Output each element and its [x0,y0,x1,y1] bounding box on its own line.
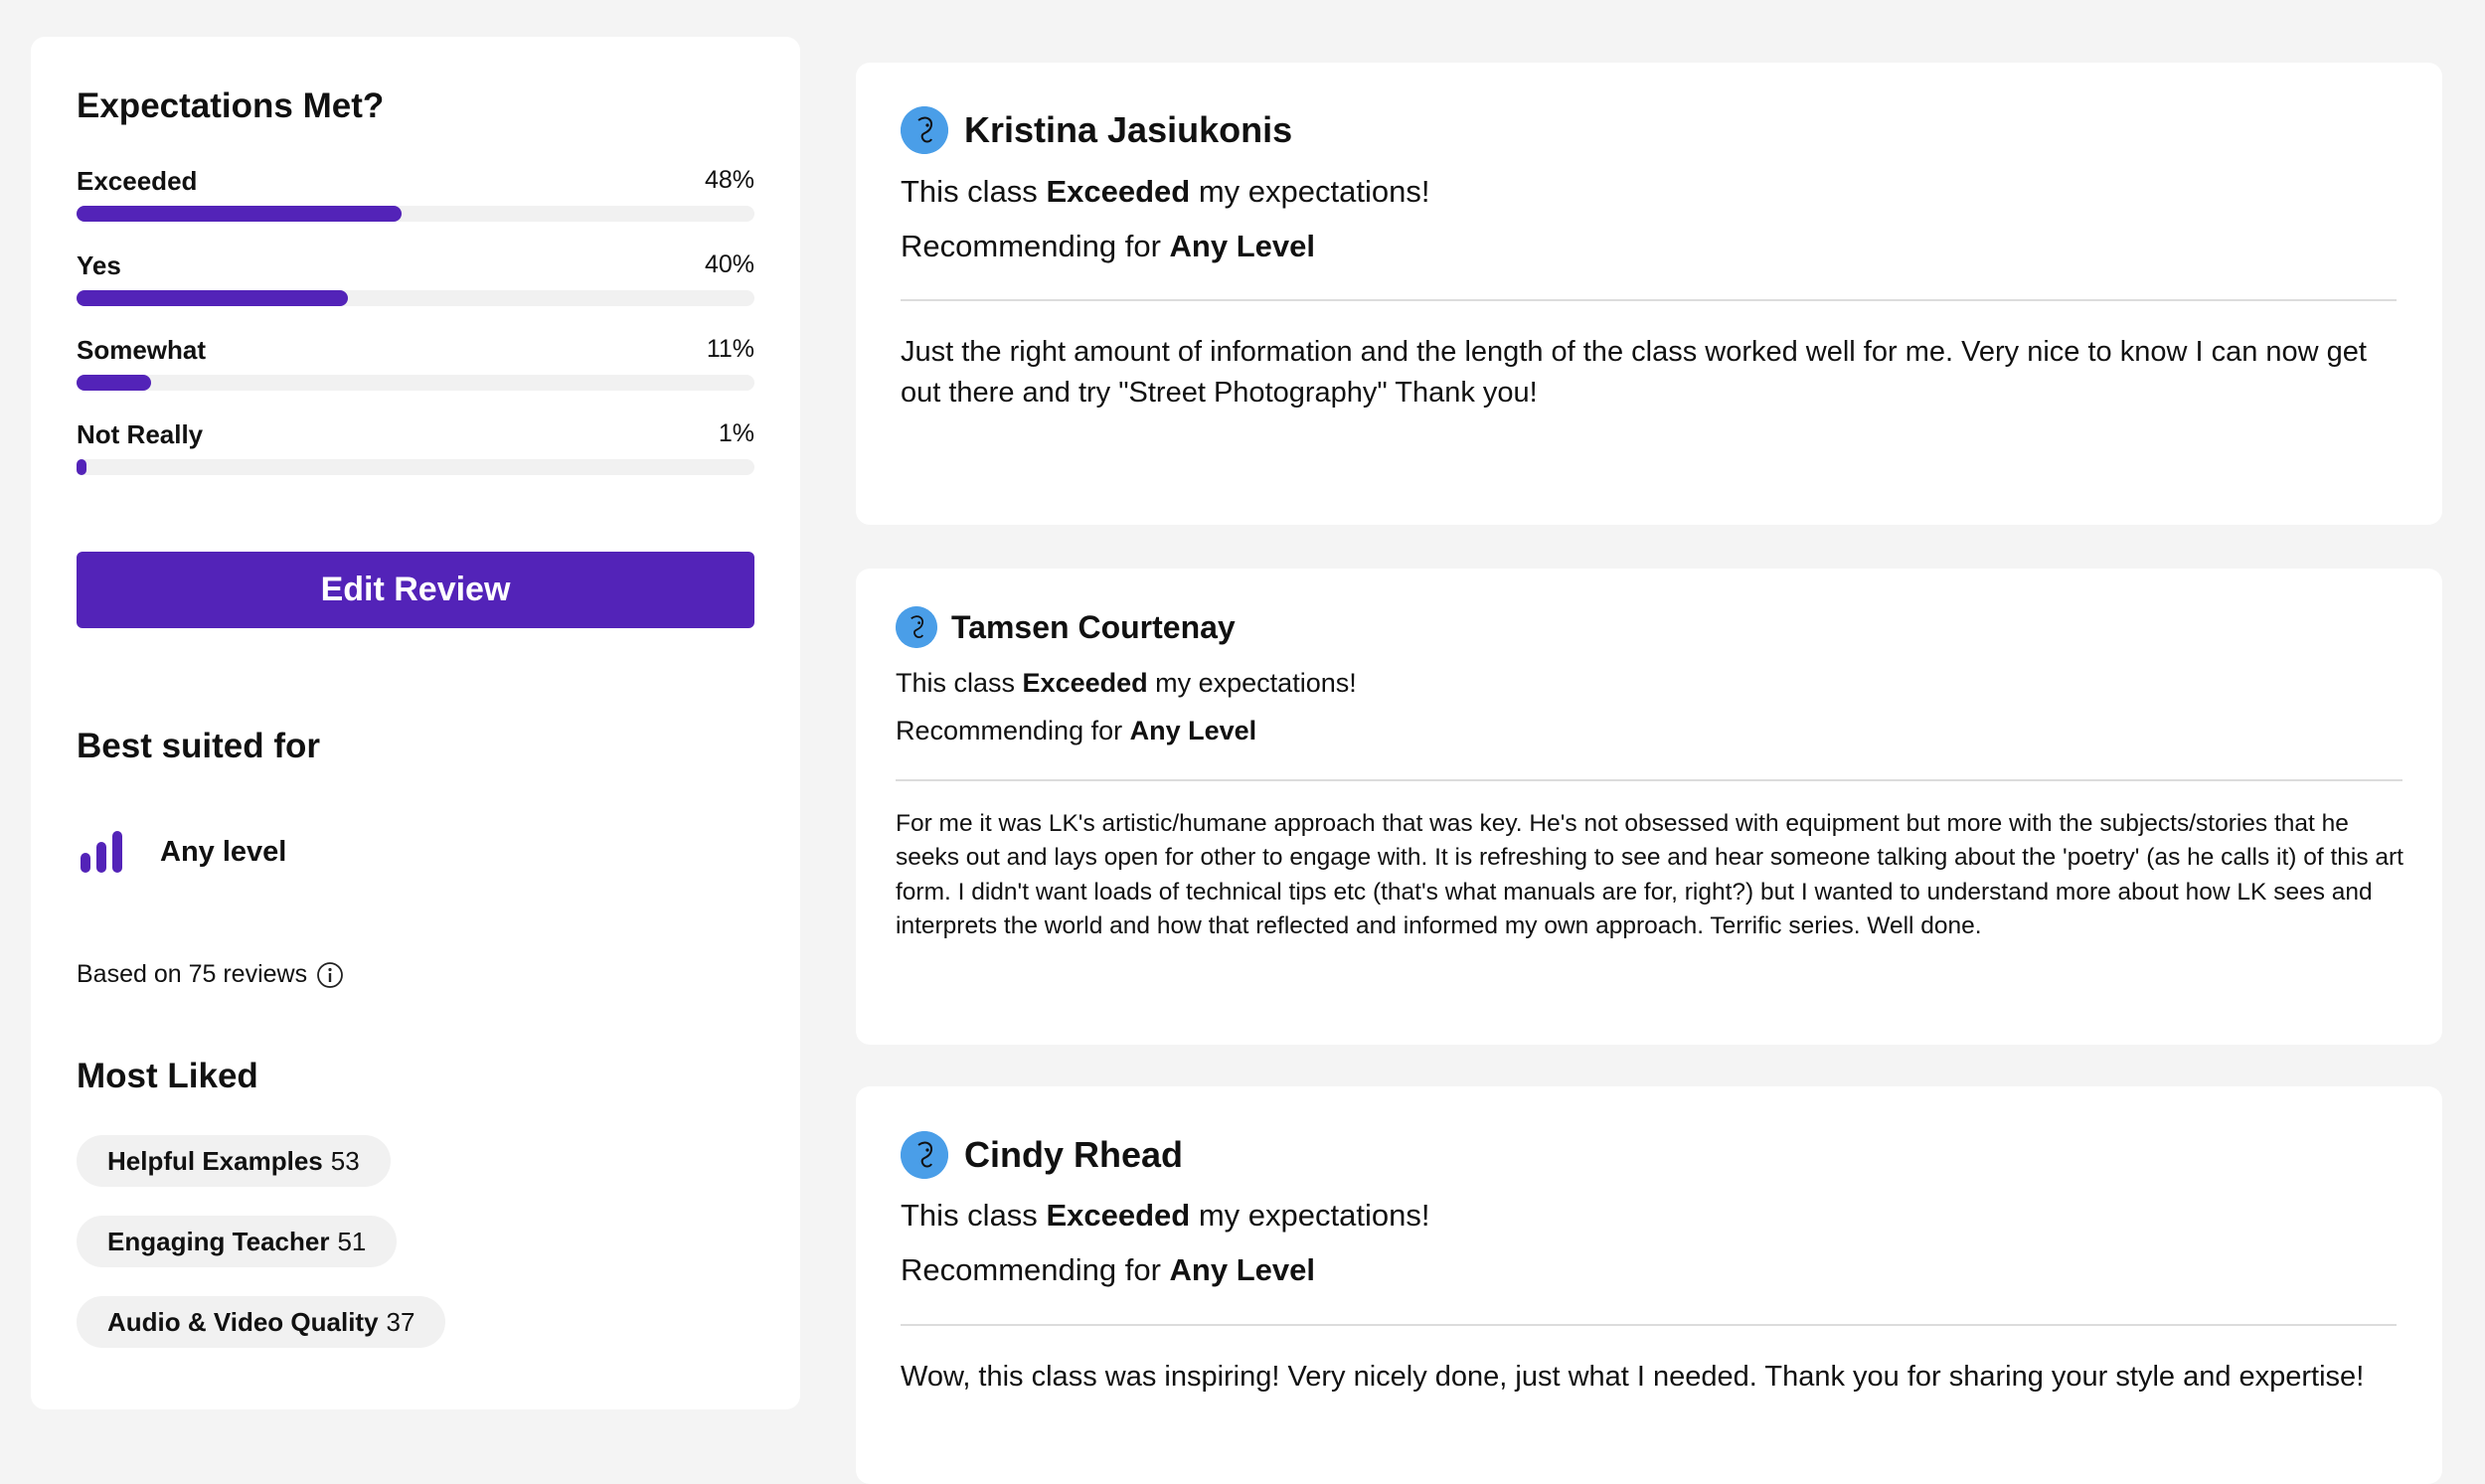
review-text: For me it was LK's artistic/humane appro… [896,810,2403,939]
exp-suffix: my expectations! [1198,1198,1430,1233]
reviewer-header: Kristina Jasiukonis [901,106,1292,154]
exp-value: Exceeded [1046,174,1191,209]
divider [901,299,2397,301]
progress-track [77,459,754,475]
bar-label: Somewhat [77,335,207,365]
best-suited-title: Best suited for [77,727,321,765]
exp-prefix: This class [901,174,1038,209]
avatar-face-icon [901,1131,948,1179]
progress-track [77,290,754,306]
review-text: Wow, this class was inspiring! Very nice… [901,1361,2365,1393]
progress-fill [77,206,403,222]
tag-chip: Engaging Teacher 51 [77,1216,398,1267]
tag-chip: Audio & Video Quality 37 [77,1296,446,1348]
progress-track [77,375,754,391]
bar-percent: 1% [718,419,754,447]
divider [901,1324,2397,1326]
reviewer-name: Kristina Jasiukonis [964,109,1293,150]
reviewer-header: Tamsen Courtenay [896,606,1236,648]
most-liked-title: Most Liked [77,1057,258,1095]
expectation-line: This class Exceeded my expectations! [896,668,1357,699]
progress-track [77,206,754,222]
review-count: Based on 75 reviews [77,960,344,989]
expectation-line: This class Exceeded my expectations! [901,1198,1429,1234]
tag-label: Engaging Teacher [107,1226,330,1256]
rec-value: Any Level [1169,1252,1315,1287]
review-text: Just the right amount of information and… [901,336,2367,410]
review-card: Tamsen Courtenay This class Exceeded my … [856,569,2442,1045]
review-card: Kristina Jasiukonis This class Exceeded … [856,63,2442,525]
review-card: Cindy Rhead This class Exceeded my expec… [856,1086,2442,1484]
bar-label: Exceeded [77,166,198,196]
exp-value: Exceeded [1022,668,1148,698]
exp-prefix: This class [896,668,1016,698]
exp-prefix: This class [901,1198,1038,1233]
divider [896,779,2402,781]
progress-fill [77,290,348,306]
tag-count: 53 [330,1145,360,1176]
reviewer-name: Cindy Rhead [964,1134,1184,1175]
rec-prefix: Recommending for [896,716,1123,745]
tag-count: 37 [386,1306,415,1337]
rec-prefix: Recommending for [901,229,1161,263]
tag-count: 51 [337,1226,367,1256]
signal-bars-icon [81,831,122,873]
bar-label: Yes [77,250,121,280]
exp-value: Exceeded [1046,1198,1191,1233]
tag-label: Helpful Examples [107,1145,323,1176]
reviewer-header: Cindy Rhead [901,1131,1183,1179]
bar-exceeded: Exceeded 48% [77,166,754,226]
info-icon[interactable] [316,961,344,989]
recommend-line: Recommending for Any Level [901,1252,1315,1288]
exp-suffix: my expectations! [1155,668,1357,698]
bar-percent: 11% [706,335,754,363]
avatar-face-icon [901,106,948,154]
bar-percent: 40% [704,250,754,278]
rec-value: Any Level [1129,716,1257,745]
recommend-line: Recommending for Any Level [901,229,1315,264]
bar-not-really: Not Really 1% [77,419,754,479]
recommend-line: Recommending for Any Level [896,716,1256,746]
expectations-title: Expectations Met? [77,86,385,125]
progress-fill [77,375,152,391]
reviewer-name: Tamsen Courtenay [951,608,1236,645]
exp-suffix: my expectations! [1198,174,1430,209]
edit-review-button[interactable]: Edit Review [77,552,754,628]
based-on-text: Based on 75 reviews [77,960,308,988]
skill-level: Any level [77,827,286,877]
rec-value: Any Level [1169,229,1315,263]
tag-chip: Helpful Examples 53 [77,1135,391,1187]
bar-label: Not Really [77,419,204,449]
expectation-line: This class Exceeded my expectations! [901,174,1429,210]
bar-somewhat: Somewhat 11% [77,335,754,395]
review-summary-card: Expectations Met? Exceeded 48% Yes 40% S… [31,37,800,1409]
bar-percent: 48% [704,166,754,194]
progress-fill [77,459,86,475]
bar-yes: Yes 40% [77,250,754,310]
tag-label: Audio & Video Quality [107,1306,379,1337]
avatar-face-icon [896,606,937,648]
level-label: Any level [160,835,287,868]
rec-prefix: Recommending for [901,1252,1161,1287]
